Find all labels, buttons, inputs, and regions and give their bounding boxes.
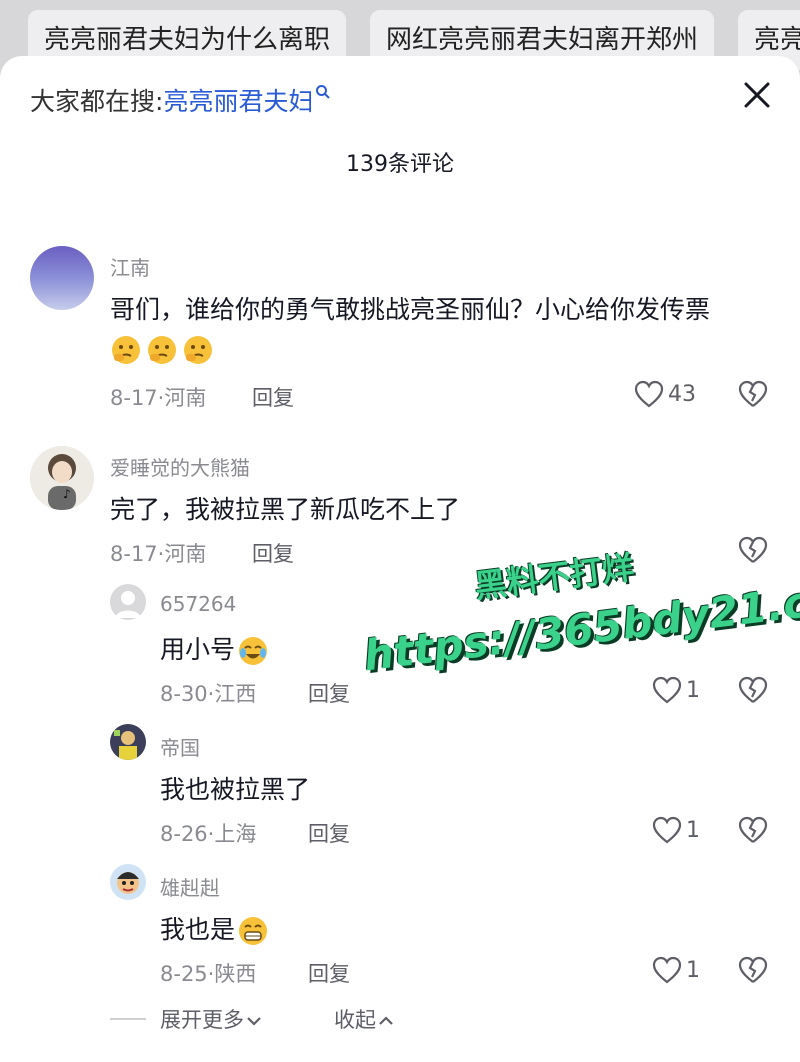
close-icon[interactable] [740, 78, 774, 112]
reply-username[interactable]: 657264 [160, 592, 236, 616]
reply-date: 8-30 [160, 682, 208, 706]
comment-location: 河南 [164, 386, 207, 410]
avatar-image [110, 864, 146, 900]
comment-text: 完了，我被拉黑了新瓜吃不上了 [110, 495, 461, 524]
chevron-up-icon [379, 1016, 393, 1025]
reply-text: 我也被拉黑了 [160, 775, 311, 804]
like-count: 43 [668, 382, 696, 407]
expand-more-label: 展开更多 [160, 1008, 244, 1032]
comment-date: 8-17 [110, 542, 158, 566]
comment-username[interactable]: 江南 [110, 252, 150, 281]
svg-text:♪: ♪ [63, 487, 71, 501]
avatar[interactable] [110, 584, 146, 620]
avatar[interactable] [110, 864, 146, 900]
comment-text: 哥们，谁给你的勇气敢挑战亮圣丽仙？小心给你发传票 [110, 295, 711, 324]
search-keyword-link[interactable]: 亮亮丽君夫妇 [163, 87, 313, 116]
comment-sheet: 大家都在搜:亮亮丽君夫妇 139条评论 江南 哥们，谁给你的勇气敢挑战亮圣丽仙？… [0, 56, 800, 1062]
chevron-down-icon [247, 1017, 261, 1026]
crying-laughing-emoji-icon [239, 637, 268, 665]
reply-text-content: 我也是 [160, 915, 236, 944]
reply-location: 上海 [214, 822, 257, 846]
divider [110, 1018, 146, 1020]
reply-username[interactable]: 帝国 [160, 732, 200, 761]
reply-username[interactable]: 雄赳赳 [160, 872, 220, 901]
reply-button[interactable]: 回复 [308, 818, 350, 848]
avatar-image [30, 246, 94, 310]
collapse-label: 收起 [334, 1008, 376, 1032]
heart-icon[interactable] [652, 676, 682, 704]
reply-meta: 8-30·江西 [160, 682, 257, 706]
like-count: 1 [686, 958, 700, 983]
grinning-emoji-icon [239, 917, 268, 945]
search-prefix: 大家都在搜: [30, 87, 164, 116]
expand-more-button[interactable]: 展开更多 [160, 1004, 262, 1034]
watermark-text: 黑料不打烊 [472, 548, 636, 606]
broken-heart-icon[interactable] [738, 676, 768, 704]
reply-text-content: 用小号 [160, 635, 236, 664]
thinking-emoji-icon [148, 336, 176, 364]
reply-text: 我也是 [160, 910, 273, 947]
comment-count: 139条评论 [346, 152, 454, 177]
emoji-row [110, 334, 218, 366]
comment-username[interactable]: 爱睡觉的大熊猫 [110, 452, 250, 481]
reply-button[interactable]: 回复 [252, 382, 294, 412]
reply-date: 8-26 [160, 822, 208, 846]
heart-icon[interactable] [652, 816, 682, 844]
reply-text: 用小号 [160, 630, 273, 667]
reply-meta: 8-26·上海 [160, 822, 257, 846]
reply-date: 8-25 [160, 962, 208, 986]
like-count: 1 [686, 818, 700, 843]
heart-icon[interactable] [634, 380, 664, 408]
avatar-image: ♪ [30, 446, 94, 510]
comment-location: 河南 [164, 542, 207, 566]
reply-button[interactable]: 回复 [252, 538, 294, 568]
comment-meta: 8-17·河南 [110, 542, 207, 566]
collapse-button[interactable]: 收起 [334, 1004, 394, 1034]
reply-location: 陕西 [214, 962, 257, 986]
like-count: 1 [686, 678, 700, 703]
broken-heart-icon[interactable] [738, 816, 768, 844]
thinking-emoji-icon [184, 336, 212, 364]
broken-heart-icon[interactable] [738, 956, 768, 984]
avatar[interactable]: ♪ [30, 446, 94, 510]
comment-date: 8-17 [110, 386, 158, 410]
thinking-emoji-icon [112, 336, 140, 364]
avatar[interactable] [110, 724, 146, 760]
search-icon [316, 85, 331, 99]
heart-icon[interactable] [652, 956, 682, 984]
reply-button[interactable]: 回复 [308, 678, 350, 708]
avatar-image [110, 724, 146, 760]
broken-heart-icon[interactable] [738, 536, 768, 564]
reply-button[interactable]: 回复 [308, 958, 350, 988]
avatar[interactable] [30, 246, 94, 310]
broken-heart-icon[interactable] [738, 380, 768, 408]
reply-meta: 8-25·陕西 [160, 962, 257, 986]
reply-location: 江西 [214, 682, 257, 706]
default-avatar-icon [110, 584, 146, 620]
search-suggestion[interactable]: 大家都在搜:亮亮丽君夫妇 [30, 82, 331, 118]
comment-meta: 8-17·河南 [110, 386, 207, 410]
